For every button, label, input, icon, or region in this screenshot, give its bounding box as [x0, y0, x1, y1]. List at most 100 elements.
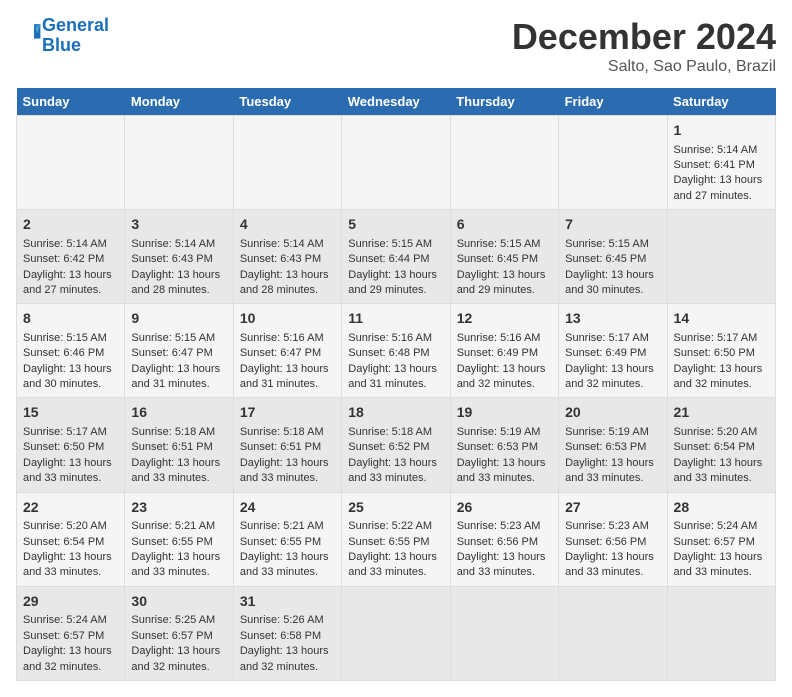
- day-info: Sunset: 6:45 PM: [457, 253, 538, 265]
- col-header-monday: Monday: [125, 88, 233, 116]
- day-info: Sunset: 6:56 PM: [565, 536, 646, 548]
- day-info: Sunrise: 5:16 AM: [348, 332, 432, 344]
- day-info: Daylight: 13 hours: [240, 457, 329, 469]
- calendar-day: 29Sunrise: 5:24 AMSunset: 6:57 PMDayligh…: [17, 586, 125, 680]
- day-info: Daylight: 13 hours: [565, 457, 654, 469]
- day-info: Sunrise: 5:14 AM: [23, 238, 107, 250]
- day-info: Sunrise: 5:15 AM: [457, 238, 541, 250]
- logo-icon: [18, 21, 42, 45]
- day-number: 25: [348, 498, 443, 518]
- day-info: Sunrise: 5:21 AM: [240, 520, 324, 532]
- day-info: Daylight: 13 hours: [565, 551, 654, 563]
- calendar-day: 9Sunrise: 5:15 AMSunset: 6:47 PMDaylight…: [125, 304, 233, 398]
- day-info: Daylight: 13 hours: [457, 457, 546, 469]
- logo-line1: General: [42, 15, 109, 35]
- day-info: and 32 minutes.: [457, 378, 535, 390]
- calendar-row: 8 Sunrise: 5:15 AM Sunset: 6:46 PM Daylight…: [17, 304, 776, 398]
- day-info: Daylight: 13 hours: [348, 269, 437, 281]
- day-info: Daylight: 13 hours: [23, 269, 112, 281]
- day-info: Daylight: 13 hours: [240, 269, 329, 281]
- calendar-day: 28Sunrise: 5:24 AMSunset: 6:57 PMDayligh…: [667, 492, 775, 586]
- day-info: Sunrise: 5:21 AM: [131, 520, 215, 532]
- day-info: Daylight: 13 hours: [131, 363, 220, 375]
- day-info: Daylight: 13 hours: [674, 551, 763, 563]
- empty-cell: [450, 116, 558, 210]
- calendar-day: [667, 210, 775, 304]
- day-info: Daylight: 13 hours: [457, 551, 546, 563]
- calendar-day: 23Sunrise: 5:21 AMSunset: 6:55 PMDayligh…: [125, 492, 233, 586]
- calendar-day: [559, 586, 667, 680]
- day-info: Sunset: 6:55 PM: [240, 536, 321, 548]
- month-title: December 2024: [512, 16, 776, 58]
- calendar-day: 26Sunrise: 5:23 AMSunset: 6:56 PMDayligh…: [450, 492, 558, 586]
- day-info: Sunset: 6:42 PM: [23, 253, 104, 265]
- day-info: Sunset: 6:54 PM: [674, 441, 755, 453]
- day-info: Sunset: 6:49 PM: [457, 347, 538, 359]
- day-info: Sunset: 6:58 PM: [240, 630, 321, 642]
- day-info: and 31 minutes.: [348, 378, 426, 390]
- day-info: Sunrise: 5:23 AM: [565, 520, 649, 532]
- day-info: Daylight: 13 hours: [348, 363, 437, 375]
- day-info: Sunset: 6:52 PM: [348, 441, 429, 453]
- day-info: Daylight: 13 hours: [23, 645, 112, 657]
- title-block: December 2024 Salto, Sao Paulo, Brazil: [512, 16, 776, 76]
- day-info: Sunrise: 5:23 AM: [457, 520, 541, 532]
- day-number: 12: [457, 309, 552, 329]
- calendar-day: 14Sunrise: 5:17 AMSunset: 6:50 PMDayligh…: [667, 304, 775, 398]
- day-info: Sunrise: 5:19 AM: [457, 426, 541, 438]
- day-number: 6: [457, 215, 552, 235]
- day-number: 21: [674, 403, 769, 423]
- day-info: and 33 minutes.: [348, 472, 426, 484]
- calendar-day: 2 Sunrise: 5:14 AM Sunset: 6:42 PM Daylight…: [17, 210, 125, 304]
- day-info: Sunset: 6:49 PM: [565, 347, 646, 359]
- day-info: Sunrise: 5:15 AM: [565, 238, 649, 250]
- day-info: and 33 minutes.: [457, 566, 535, 578]
- calendar-row: 22Sunrise: 5:20 AMSunset: 6:54 PMDayligh…: [17, 492, 776, 586]
- day-info: and 32 minutes.: [565, 378, 643, 390]
- day-info: and 28 minutes.: [131, 284, 209, 296]
- calendar-day: 1Sunrise: 5:14 AMSunset: 6:41 PMDaylight…: [667, 116, 775, 210]
- logo-line2: Blue: [42, 35, 81, 55]
- day-info: Sunset: 6:57 PM: [23, 630, 104, 642]
- day-info: Daylight: 13 hours: [457, 363, 546, 375]
- day-info: Sunrise: 5:15 AM: [131, 332, 215, 344]
- day-info: and 33 minutes.: [565, 566, 643, 578]
- day-info: Daylight: 13 hours: [131, 551, 220, 563]
- day-info: and 31 minutes.: [240, 378, 318, 390]
- day-number: 29: [23, 592, 118, 612]
- day-info: Sunset: 6:57 PM: [131, 630, 212, 642]
- day-number: 2: [23, 215, 118, 235]
- calendar-day: 16Sunrise: 5:18 AMSunset: 6:51 PMDayligh…: [125, 398, 233, 492]
- day-info: and 32 minutes.: [240, 661, 318, 673]
- day-info: and 31 minutes.: [131, 378, 209, 390]
- day-info: and 27 minutes.: [23, 284, 101, 296]
- day-info: Sunrise: 5:17 AM: [674, 332, 758, 344]
- calendar-row: 15Sunrise: 5:17 AMSunset: 6:50 PMDayligh…: [17, 398, 776, 492]
- day-info: Sunrise: 5:18 AM: [240, 426, 324, 438]
- day-number: 8: [23, 309, 118, 329]
- day-info: Daylight: 13 hours: [674, 174, 763, 186]
- day-info: Sunrise: 5:14 AM: [131, 238, 215, 250]
- day-number: 17: [240, 403, 335, 423]
- day-info: Sunrise: 5:20 AM: [674, 426, 758, 438]
- day-info: Sunset: 6:46 PM: [23, 347, 104, 359]
- calendar-day: [342, 586, 450, 680]
- day-number: 4: [240, 215, 335, 235]
- day-info: Sunset: 6:55 PM: [131, 536, 212, 548]
- logo-text: General Blue: [42, 16, 109, 56]
- day-info: Sunrise: 5:25 AM: [131, 614, 215, 626]
- col-header-tuesday: Tuesday: [233, 88, 341, 116]
- day-info: Sunset: 6:48 PM: [348, 347, 429, 359]
- day-info: Sunset: 6:45 PM: [565, 253, 646, 265]
- day-info: Daylight: 13 hours: [23, 363, 112, 375]
- day-info: and 30 minutes.: [565, 284, 643, 296]
- day-info: Sunset: 6:41 PM: [674, 159, 755, 171]
- calendar-day: [667, 586, 775, 680]
- day-number: 24: [240, 498, 335, 518]
- day-info: Daylight: 13 hours: [23, 551, 112, 563]
- day-number: 14: [674, 309, 769, 329]
- day-info: and 32 minutes.: [23, 661, 101, 673]
- day-info: Daylight: 13 hours: [348, 551, 437, 563]
- day-info: Sunrise: 5:15 AM: [23, 332, 107, 344]
- calendar-day: 10Sunrise: 5:16 AMSunset: 6:47 PMDayligh…: [233, 304, 341, 398]
